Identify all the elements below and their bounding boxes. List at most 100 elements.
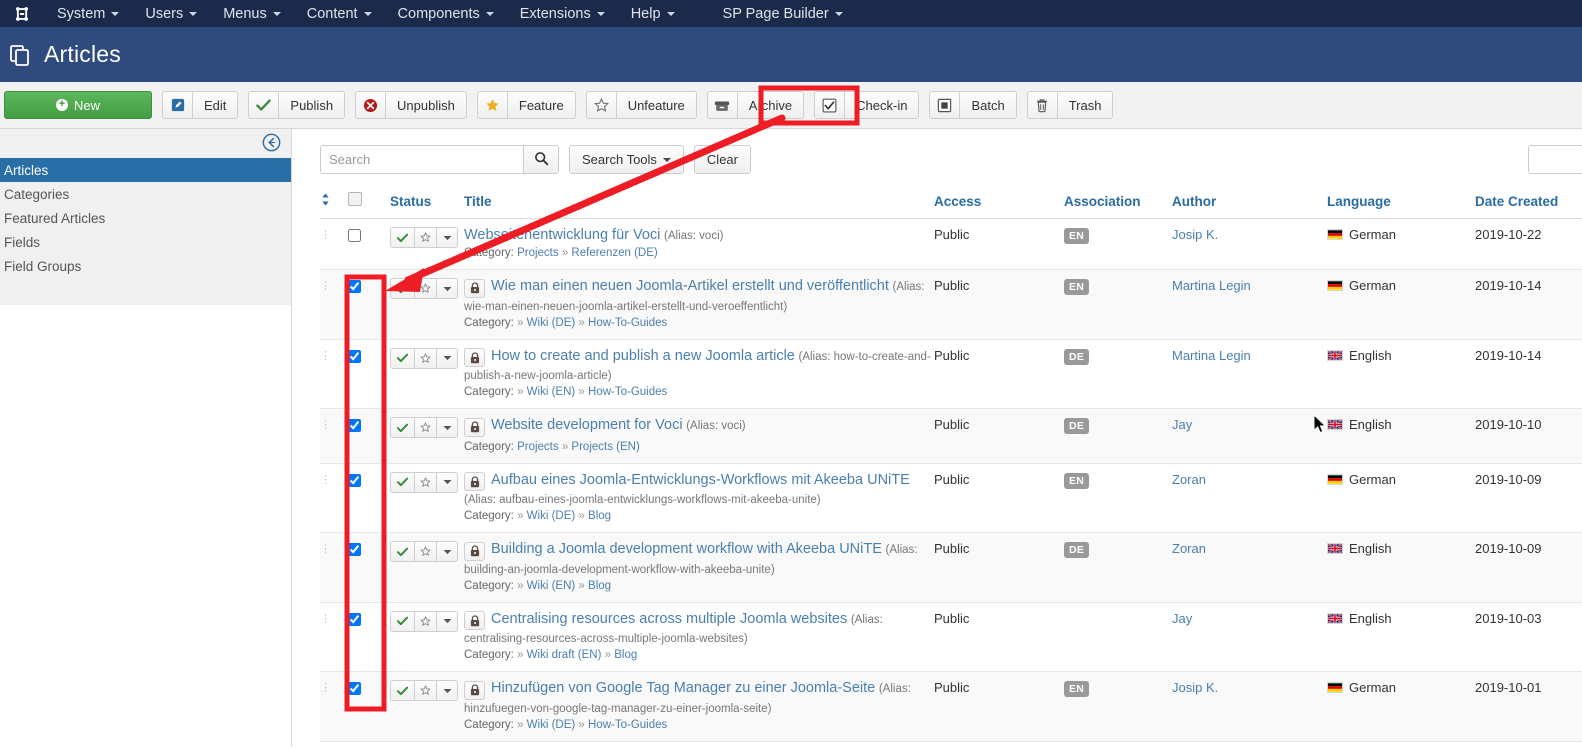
lock-icon[interactable]	[464, 348, 485, 367]
category-link[interactable]: Wiki (DE)	[527, 719, 576, 731]
list-limit-select[interactable]	[1528, 145, 1582, 174]
status-dropdown-toggle[interactable]	[437, 348, 458, 369]
drag-handle-icon[interactable]: ⋮	[320, 472, 348, 484]
trash-button[interactable]: Trash	[1027, 91, 1114, 119]
menu-item-system[interactable]: System	[44, 0, 132, 27]
category-link[interactable]: Projects	[517, 441, 559, 453]
menu-item-users[interactable]: Users	[132, 0, 210, 27]
article-title-link[interactable]: Website development for Voci	[491, 417, 683, 433]
status-feature-toggle[interactable]	[415, 348, 437, 369]
category-link[interactable]: How-To-Guides	[588, 719, 667, 731]
unpublish-button[interactable]: Unpublish	[355, 91, 467, 119]
row-ordering-handle[interactable]: ⋮	[320, 409, 348, 464]
archive-button[interactable]: Archive	[707, 91, 804, 119]
status-feature-toggle[interactable]	[415, 472, 437, 493]
drag-handle-icon[interactable]: ⋮	[320, 227, 348, 239]
status-feature-toggle[interactable]	[415, 680, 437, 701]
status-publish-toggle[interactable]	[390, 417, 415, 438]
category-link[interactable]: Blog	[588, 580, 611, 592]
col-author[interactable]: Author	[1172, 186, 1327, 219]
search-tools-button[interactable]: Search Tools	[569, 145, 684, 174]
status-feature-toggle[interactable]	[415, 417, 437, 438]
category-link[interactable]: Blog	[588, 510, 611, 522]
status-dropdown-toggle[interactable]	[437, 278, 458, 299]
row-ordering-handle[interactable]: ⋮	[320, 339, 348, 409]
row-checkbox[interactable]	[348, 613, 361, 626]
lock-icon[interactable]	[464, 418, 485, 437]
article-title-link[interactable]: Hinzufügen von Google Tag Manager zu ein…	[491, 680, 875, 696]
row-checkbox[interactable]	[348, 474, 361, 487]
col-association[interactable]: Association	[1064, 186, 1172, 219]
author-link[interactable]: Zoran	[1172, 541, 1206, 556]
col-checkall[interactable]	[348, 186, 382, 219]
row-checkbox-cell[interactable]	[348, 672, 382, 742]
row-ordering-handle[interactable]: ⋮	[320, 672, 348, 742]
drag-handle-icon[interactable]: ⋮	[320, 541, 348, 553]
status-dropdown-toggle[interactable]	[437, 227, 458, 248]
status-publish-toggle[interactable]	[390, 472, 415, 493]
article-title-link[interactable]: Wie man einen neuen Joomla-Artikel erste…	[491, 278, 889, 294]
author-link[interactable]: Martina Legin	[1172, 278, 1251, 293]
drag-handle-icon[interactable]: ⋮	[320, 611, 348, 623]
publish-button[interactable]: Publish	[248, 91, 345, 119]
status-publish-toggle[interactable]	[390, 611, 415, 632]
row-checkbox[interactable]	[348, 682, 361, 695]
menu-item-extensions[interactable]: Extensions	[507, 0, 618, 27]
arrow-left-circle-icon[interactable]	[262, 133, 281, 155]
row-checkbox[interactable]	[348, 350, 361, 363]
status-feature-toggle[interactable]	[415, 278, 437, 299]
menu-item-sp-page-builder[interactable]: SP Page Builder	[710, 0, 856, 27]
sidebar-item-articles[interactable]: Articles	[0, 158, 291, 182]
drag-handle-icon[interactable]: ⋮	[320, 348, 348, 360]
lock-icon[interactable]	[464, 681, 485, 700]
category-link[interactable]: Wiki draft (EN)	[527, 649, 602, 661]
checkin-button[interactable]: Check-in	[814, 91, 919, 119]
status-publish-toggle[interactable]	[390, 680, 415, 701]
author-link[interactable]: Jay	[1172, 611, 1192, 626]
col-access[interactable]: Access	[934, 186, 1064, 219]
row-checkbox-cell[interactable]	[348, 219, 382, 270]
row-ordering-handle[interactable]: ⋮	[320, 463, 348, 533]
search-input[interactable]	[320, 145, 523, 174]
edit-button[interactable]: Edit	[162, 91, 238, 119]
checkbox-all-icon[interactable]	[348, 192, 362, 206]
lock-icon[interactable]	[464, 611, 485, 630]
batch-button[interactable]: Batch	[929, 91, 1016, 119]
category-link[interactable]: How-To-Guides	[588, 386, 667, 398]
status-dropdown-toggle[interactable]	[437, 472, 458, 493]
menu-item-menus[interactable]: Menus	[210, 0, 294, 27]
status-feature-toggle[interactable]	[415, 611, 437, 632]
row-ordering-handle[interactable]: ⋮	[320, 602, 348, 672]
feature-button[interactable]: Feature	[477, 91, 576, 119]
col-language[interactable]: Language	[1327, 186, 1475, 219]
category-link[interactable]: How-To-Guides	[588, 317, 667, 329]
status-publish-toggle[interactable]	[390, 541, 415, 562]
article-title-link[interactable]: Webseitenentwicklung für Voci	[464, 227, 660, 243]
joomla-logo-icon[interactable]	[0, 4, 44, 24]
status-dropdown-toggle[interactable]	[437, 541, 458, 562]
row-checkbox-cell[interactable]	[348, 533, 382, 603]
sidebar-item-featured-articles[interactable]: Featured Articles	[0, 206, 291, 230]
article-title-link[interactable]: How to create and publish a new Joomla a…	[491, 348, 795, 364]
row-checkbox-cell[interactable]	[348, 463, 382, 533]
clear-button[interactable]: Clear	[694, 145, 751, 174]
article-title-link[interactable]: Building a Joomla development workflow w…	[491, 541, 882, 557]
category-link[interactable]: Wiki (DE)	[527, 317, 576, 329]
drag-handle-icon[interactable]: ⋮	[320, 417, 348, 429]
drag-handle-icon[interactable]: ⋮	[320, 680, 348, 692]
menu-item-components[interactable]: Components	[385, 0, 507, 27]
sidebar-item-fields[interactable]: Fields	[0, 230, 291, 254]
status-publish-toggle[interactable]	[390, 227, 415, 248]
author-link[interactable]: Martina Legin	[1172, 348, 1251, 363]
status-feature-toggle[interactable]	[415, 227, 437, 248]
lock-icon[interactable]	[464, 472, 485, 491]
menu-item-help[interactable]: Help	[618, 0, 688, 27]
category-link[interactable]: Wiki (EN)	[527, 386, 576, 398]
category-link[interactable]: Wiki (EN)	[527, 580, 576, 592]
lock-icon[interactable]	[464, 279, 485, 298]
row-ordering-handle[interactable]: ⋮	[320, 219, 348, 270]
row-checkbox-cell[interactable]	[348, 270, 382, 340]
row-checkbox[interactable]	[348, 229, 361, 242]
category-link[interactable]: Projects	[517, 247, 559, 259]
row-checkbox-cell[interactable]	[348, 339, 382, 409]
